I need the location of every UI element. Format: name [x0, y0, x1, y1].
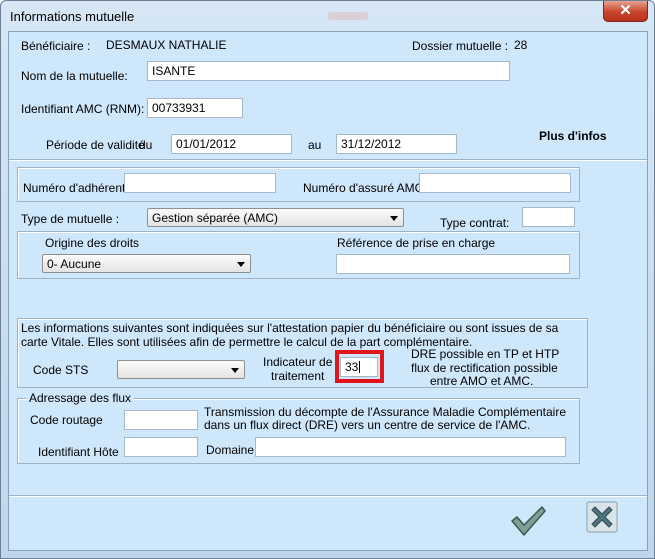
- numero-assure-input[interactable]: [419, 173, 571, 193]
- title-ghost-text: [328, 12, 368, 20]
- du-label: du: [139, 138, 153, 152]
- origine-droits-select[interactable]: 0- Aucune: [42, 254, 251, 273]
- periode-validite-label: Période de validité: [46, 138, 145, 152]
- chevron-down-icon: [231, 368, 239, 373]
- indicateur-traitement-value: 33: [345, 360, 359, 374]
- date-fin-input[interactable]: 31/12/2012: [336, 134, 457, 154]
- numero-adherent-input[interactable]: [124, 173, 276, 193]
- dossier-value: 28: [514, 38, 528, 52]
- title-bar[interactable]: Informations mutuelle ✕: [1, 1, 654, 31]
- reference-prise-charge-input[interactable]: [336, 254, 570, 274]
- beneficiaire-value: DESMAUX NATHALIE: [106, 38, 227, 52]
- flux-group-legend: Adressage des flux: [26, 391, 135, 405]
- transmission-info-text: Transmission du décompte de l'Assurance …: [204, 405, 567, 432]
- separator-line: [9, 159, 647, 161]
- close-button[interactable]: ✕: [603, 1, 648, 22]
- type-contrat-label: Type contrat:: [440, 216, 510, 230]
- chevron-down-icon: [237, 262, 245, 267]
- dialog-content: Bénéficiaire : DESMAUX NATHALIE Dossier …: [8, 31, 648, 551]
- domaine-input[interactable]: [255, 437, 566, 457]
- indicateur-traitement-input[interactable]: 33: [340, 357, 378, 377]
- code-sts-select[interactable]: [117, 360, 245, 379]
- origine-droits-label: Origine des droits: [45, 236, 140, 250]
- dre-info-line-1: DRE possible en TP et HTP: [411, 347, 560, 361]
- type-mutuelle-selected: Gestion séparée (AMC): [152, 211, 279, 225]
- type-mutuelle-select[interactable]: Gestion séparée (AMC): [147, 208, 404, 227]
- checkmark-icon: [511, 506, 546, 536]
- text-caret: [359, 361, 361, 373]
- dossier-label: Dossier mutuelle :: [412, 39, 509, 53]
- attestation-info-text: Les informations suivantes sont indiquée…: [21, 321, 559, 349]
- au-label: au: [308, 138, 322, 152]
- reference-prise-charge-label: Référence de prise en charge: [337, 236, 496, 250]
- identifiant-amc-label: Identifiant AMC (RNM):: [21, 102, 145, 116]
- type-mutuelle-label: Type de mutuelle :: [21, 212, 120, 226]
- nom-mutuelle-input[interactable]: ISANTE: [147, 61, 510, 81]
- numero-adherent-label: Numéro d'adhérent :: [23, 181, 133, 195]
- indicateur-label-line-1: Indicateur de: [263, 355, 333, 369]
- identifiant-hote-input[interactable]: [124, 437, 198, 457]
- dialog-window: Informations mutuelle ✕ Bénéficiaire : D…: [0, 0, 655, 559]
- code-routage-label: Code routage: [30, 413, 103, 427]
- dre-info-line-3: entre AMO et AMC.: [430, 374, 534, 388]
- origine-droits-selected: 0- Aucune: [47, 257, 102, 271]
- cross-icon: [586, 501, 618, 533]
- beneficiaire-label: Bénéficiaire :: [21, 39, 91, 53]
- cancel-button[interactable]: [586, 501, 630, 545]
- indicateur-label-line-2: traitement: [271, 369, 325, 383]
- date-debut-input[interactable]: 01/01/2012: [171, 134, 292, 154]
- code-sts-label: Code STS: [33, 363, 89, 377]
- plus-infos-link[interactable]: Plus d'infos: [539, 129, 607, 143]
- footer-separator: [9, 495, 647, 497]
- window-title: Informations mutuelle: [10, 9, 135, 24]
- numero-assure-label: Numéro d'assuré AMC :: [303, 181, 431, 195]
- chevron-down-icon: [390, 216, 398, 221]
- domaine-label: Domaine: [206, 443, 255, 457]
- validate-button[interactable]: [508, 501, 552, 545]
- nom-mutuelle-label: Nom de la mutuelle:: [21, 69, 128, 83]
- dre-info-line-2: flux de rectification possible: [411, 361, 558, 375]
- type-contrat-input[interactable]: [522, 207, 575, 227]
- identifiant-hote-label: Identifiant Hôte: [38, 445, 119, 459]
- identifiant-amc-input[interactable]: 00733931: [147, 98, 243, 118]
- code-routage-input[interactable]: [124, 410, 198, 430]
